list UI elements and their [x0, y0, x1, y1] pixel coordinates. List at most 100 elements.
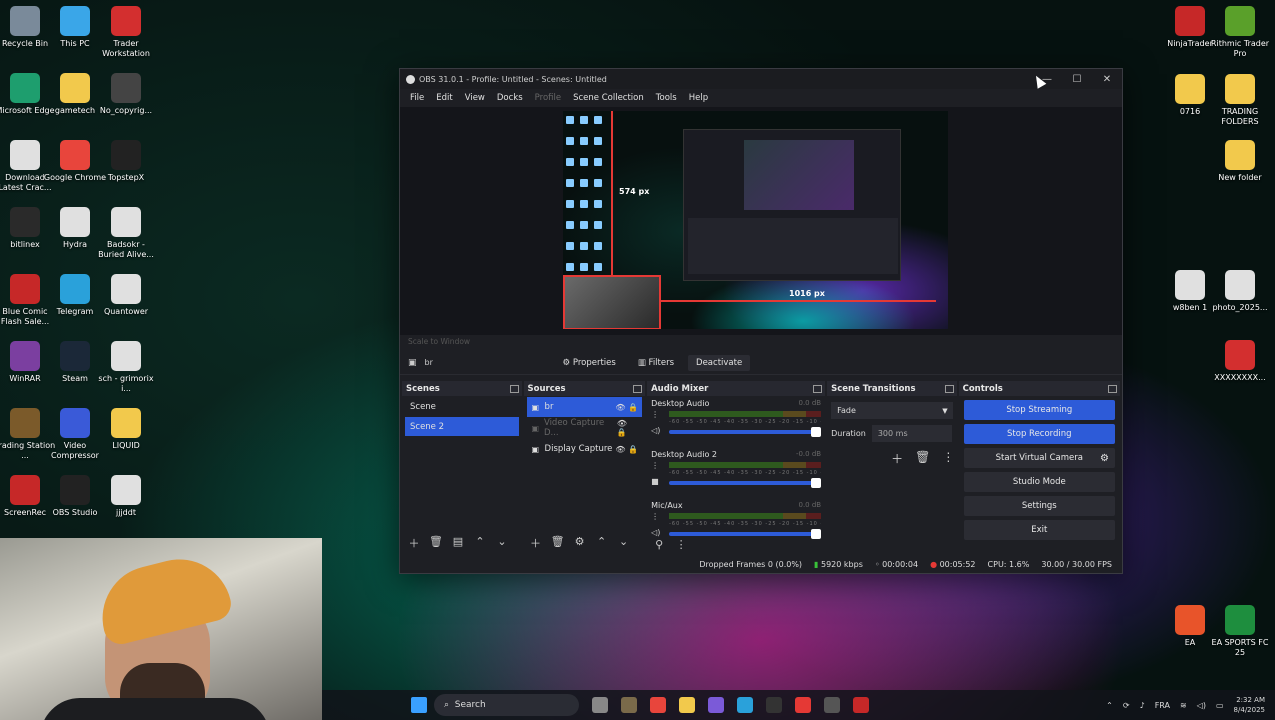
volume-slider[interactable]	[669, 427, 822, 437]
desktop-icon[interactable]: TRADING FOLDERS	[1208, 74, 1272, 127]
language-indicator[interactable]: FRA	[1155, 701, 1170, 710]
desktop-icon[interactable]: TopstepX	[94, 140, 158, 183]
menu-scene-collection[interactable]: Scene Collection	[567, 93, 650, 103]
menu-help[interactable]: Help	[683, 93, 714, 103]
move-up-icon[interactable]: ⌃	[472, 535, 488, 551]
desktop-icon[interactable]: XXXXXXXX...	[1208, 340, 1272, 383]
more-icon[interactable]: ⋮	[651, 410, 659, 419]
scene-item[interactable]: Scene	[405, 397, 519, 416]
undock-icon[interactable]	[1108, 384, 1117, 393]
speaker-icon[interactable]: ◁)	[651, 426, 660, 435]
move-down-icon[interactable]: ⌄	[494, 535, 510, 551]
menu-view[interactable]: View	[459, 93, 491, 103]
speaker-icon[interactable]: ■	[651, 477, 659, 486]
scale-to-window-label[interactable]: Scale to Window	[408, 337, 470, 346]
speaker-icon[interactable]: ◁)	[651, 528, 660, 537]
visibility-lock-icons[interactable]: 👁 🔒	[615, 445, 638, 454]
volume-slider[interactable]	[669, 529, 822, 539]
more-icon[interactable]: ⋮	[651, 461, 659, 470]
tradingview-icon[interactable]	[766, 697, 782, 713]
more-icon[interactable]: ⋮	[651, 512, 659, 521]
move-down-icon[interactable]: ⌄	[616, 535, 632, 551]
source-item[interactable]: ▣ Display Capture 👁 🔒	[527, 439, 643, 459]
webcam-overlay	[0, 538, 322, 720]
volume-slider[interactable]	[669, 478, 822, 488]
studio-mode-button[interactable]: Studio Mode	[963, 472, 1115, 492]
source-item[interactable]: ▣ br 👁 🔒	[526, 397, 643, 417]
wifi-icon[interactable]: ≋	[1180, 701, 1187, 710]
menu-edit[interactable]: Edit	[430, 93, 458, 103]
maximize-button[interactable]: ☐	[1062, 74, 1092, 85]
trash-icon[interactable]: 🗑	[550, 535, 566, 551]
file-explorer-icon[interactable]	[679, 697, 695, 713]
chrome-icon[interactable]	[650, 697, 666, 713]
clock[interactable]: 2:32 AM 8/4/2025	[1234, 695, 1265, 715]
preview-area[interactable]: 574 px 1016 px Scale to Window	[400, 107, 1122, 346]
undock-icon[interactable]	[944, 384, 954, 393]
menu-docks[interactable]: Docks	[491, 93, 529, 103]
source-item[interactable]: ▣ Video Capture D... 👁 🔒	[527, 418, 643, 438]
trash-icon[interactable]: 🗑	[428, 535, 444, 551]
add-icon[interactable]: ＋	[891, 450, 903, 467]
more-icon[interactable]: ⋮	[673, 538, 689, 551]
app-icon[interactable]	[708, 697, 724, 713]
desktop-icon[interactable]: photo_2025...	[1208, 270, 1272, 313]
filters-button[interactable]: ▥ Filters	[630, 355, 682, 371]
stop-recording-button[interactable]: Stop Recording	[963, 424, 1115, 444]
desktop-icon[interactable]: Badsokr - Buried Alive...	[94, 207, 158, 260]
desktop-icon[interactable]: sch - grimorix i...	[94, 341, 158, 394]
chevron-up-icon[interactable]: ⌃	[1106, 701, 1113, 710]
desktop-icon[interactable]: No_copyrig...	[94, 73, 158, 116]
windows-start-icon[interactable]	[411, 697, 427, 713]
volume-icon[interactable]: ◁)	[1197, 701, 1206, 710]
mic-icon[interactable]: ♪	[1140, 701, 1145, 710]
close-button[interactable]: ✕	[1092, 74, 1122, 85]
desktop-icon[interactable]: New folder	[1208, 140, 1272, 183]
transition-select[interactable]: Fade ▼	[831, 402, 953, 419]
youtube-icon[interactable]	[795, 697, 811, 713]
start-virtual-camera-button[interactable]: Start Virtual Camera ⚙	[963, 448, 1115, 468]
scene-item[interactable]: Scene 2	[405, 417, 519, 436]
obs-titlebar[interactable]: OBS 31.0.1 - Profile: Untitled - Scenes:…	[400, 69, 1122, 89]
obs-icon[interactable]	[824, 697, 840, 713]
desktop-icon[interactable]: LIQUID	[94, 408, 158, 451]
settings-button[interactable]: Settings	[963, 496, 1115, 516]
filter-icon[interactable]: ▤	[450, 535, 466, 551]
preview-canvas[interactable]: 574 px 1016 px	[563, 111, 948, 329]
link-icon[interactable]: ⚲	[651, 538, 667, 551]
add-icon[interactable]: ＋	[528, 535, 544, 551]
undock-icon[interactable]	[813, 384, 823, 393]
menu-file[interactable]: File	[404, 93, 430, 103]
screenrec-icon[interactable]	[853, 697, 869, 713]
menu-profile[interactable]: Profile	[529, 93, 567, 103]
taskbar-search[interactable]: ⌕ Search	[434, 694, 579, 716]
menu-tools[interactable]: Tools	[650, 93, 683, 103]
desktop-icon[interactable]: EA SPORTS FC 25	[1208, 605, 1272, 658]
add-icon[interactable]: ＋	[406, 535, 422, 551]
undock-icon[interactable]	[509, 384, 519, 393]
sync-icon[interactable]: ⟳	[1123, 701, 1130, 710]
move-up-icon[interactable]: ⌃	[594, 535, 610, 551]
battery-icon[interactable]: ▭	[1216, 701, 1224, 710]
duration-input[interactable]: 300 ms	[871, 425, 952, 442]
preview-webcam-source[interactable]	[563, 275, 661, 329]
trash-icon[interactable]: 🗑	[915, 450, 930, 467]
desktop-icon[interactable]: Rithmic Trader Pro	[1208, 6, 1272, 59]
stop-streaming-button[interactable]: Stop Streaming	[963, 400, 1115, 420]
desktop-icon[interactable]: jjjddt	[94, 475, 158, 518]
desktop-icon[interactable]: Quantower	[94, 274, 158, 317]
desktop-icon[interactable]: Trader Workstation	[94, 6, 158, 59]
channel-db: 0.0 dB	[798, 399, 822, 407]
task-view-icon[interactable]	[592, 697, 608, 713]
exit-button[interactable]: Exit	[963, 520, 1115, 540]
properties-button[interactable]: ⚙ Properties	[555, 355, 624, 371]
gear-icon[interactable]: ⚙	[572, 535, 588, 551]
visibility-lock-icons[interactable]: 👁 🔒	[615, 403, 638, 412]
visibility-lock-icons[interactable]: 👁 🔒	[617, 419, 638, 437]
app-icon[interactable]	[737, 697, 753, 713]
deactivate-button[interactable]: Deactivate	[688, 354, 751, 371]
gear-icon[interactable]: ⚙	[1100, 453, 1109, 464]
more-icon[interactable]: ⋮	[942, 450, 954, 467]
app-icon[interactable]	[621, 697, 637, 713]
undock-icon[interactable]	[633, 384, 643, 393]
